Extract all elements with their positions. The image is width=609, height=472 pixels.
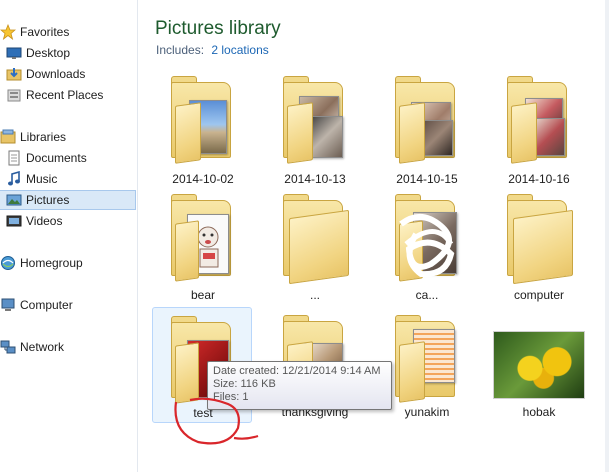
folder-icon [501,76,579,164]
folder-icon [277,76,355,164]
computer-icon [0,297,16,313]
nav-downloads[interactable]: Downloads [0,64,136,84]
folder-item[interactable]: yunakim [377,307,477,419]
tooltip-size: Size: 116 KB [213,378,276,390]
folder-icon [389,194,467,282]
folder-name: 2014-10-15 [396,172,458,186]
nav-documents[interactable]: Documents [0,148,136,168]
folder-name: 2014-10-02 [172,172,234,186]
nav-pictures-label: Pictures [26,193,70,207]
folder-name: ca... [415,288,439,302]
folder-item[interactable]: computer [489,186,589,302]
nav-network-label: Network [20,340,65,354]
homegroup-icon [0,255,16,271]
folder-item[interactable]: bear [153,186,253,302]
folder-icon [389,315,467,403]
nav-pictures[interactable]: Pictures [0,190,136,210]
folder-icon [165,76,243,164]
folder-icon [389,76,467,164]
folder-name: 2014-10-16 [508,172,570,186]
downloads-icon [6,66,22,82]
image-item[interactable]: hobak [489,307,589,419]
nav-libraries-label: Libraries [20,130,67,144]
nav-homegroup[interactable]: Homegroup [0,253,136,273]
folder-icon [501,194,579,285]
navigation-pane: Favorites Desktop Downloads Recent Place… [0,0,138,472]
nav-recent-places[interactable]: Recent Places [0,85,136,105]
folder-item[interactable]: 2014-10-13 [265,68,365,186]
music-icon [6,170,22,187]
folder-name: yunakim [404,405,450,419]
tooltip-files: Files: 1 [213,391,249,403]
page-title: Pictures library [155,18,281,39]
nav-desktop-label: Desktop [26,46,71,60]
folder-tooltip: Date created: 12/21/2014 9:14 AM Size: 1… [207,361,392,410]
scroll-edge [605,0,609,472]
nav-videos[interactable]: Videos [0,211,136,231]
image-name: hobak [522,405,556,419]
nav-favorites[interactable]: Favorites [0,22,136,42]
folder-item[interactable]: 2014-10-02 [153,68,253,186]
folder-item[interactable]: 2014-10-16 [489,68,589,186]
locations-link[interactable]: 2 locations [211,43,268,57]
nav-computer-label: Computer [20,298,73,312]
network-icon [0,339,16,355]
documents-icon [6,150,22,166]
nav-network[interactable]: Network [0,337,136,357]
pictures-icon [6,192,22,208]
tooltip-date-created: Date created: 12/21/2014 9:14 AM [213,365,381,377]
nav-computer[interactable]: Computer [0,295,136,315]
folder-item[interactable]: 2014-10-15 [377,68,477,186]
folder-icon [165,194,243,282]
nav-favorites-label: Favorites [20,25,70,39]
folder-name: ... [309,288,320,302]
image-thumbnail [493,331,585,399]
libraries-icon [0,129,16,145]
folder-name: computer [513,288,565,302]
folder-name: bear [190,288,216,302]
nav-desktop[interactable]: Desktop [0,43,136,63]
nav-music-label: Music [26,172,58,186]
nav-recent-places-label: Recent Places [26,88,104,102]
includes-label: Includes: [156,43,205,57]
star-icon [0,23,17,41]
nav-homegroup-label: Homegroup [20,256,83,270]
nav-downloads-label: Downloads [26,67,86,81]
nav-libraries[interactable]: Libraries [0,127,136,147]
videos-icon [6,213,22,229]
desktop-icon [6,45,22,61]
nav-videos-label: Videos [26,214,63,228]
nav-documents-label: Documents [26,151,87,165]
folder-icon [277,194,355,285]
library-includes: Includes: 2 locations [156,43,269,57]
folder-name: 2014-10-13 [284,172,346,186]
nav-music[interactable]: Music [0,169,136,189]
folder-item[interactable]: ca... [377,186,477,302]
folder-item[interactable]: ... [265,186,365,302]
recent-places-icon [6,87,22,103]
